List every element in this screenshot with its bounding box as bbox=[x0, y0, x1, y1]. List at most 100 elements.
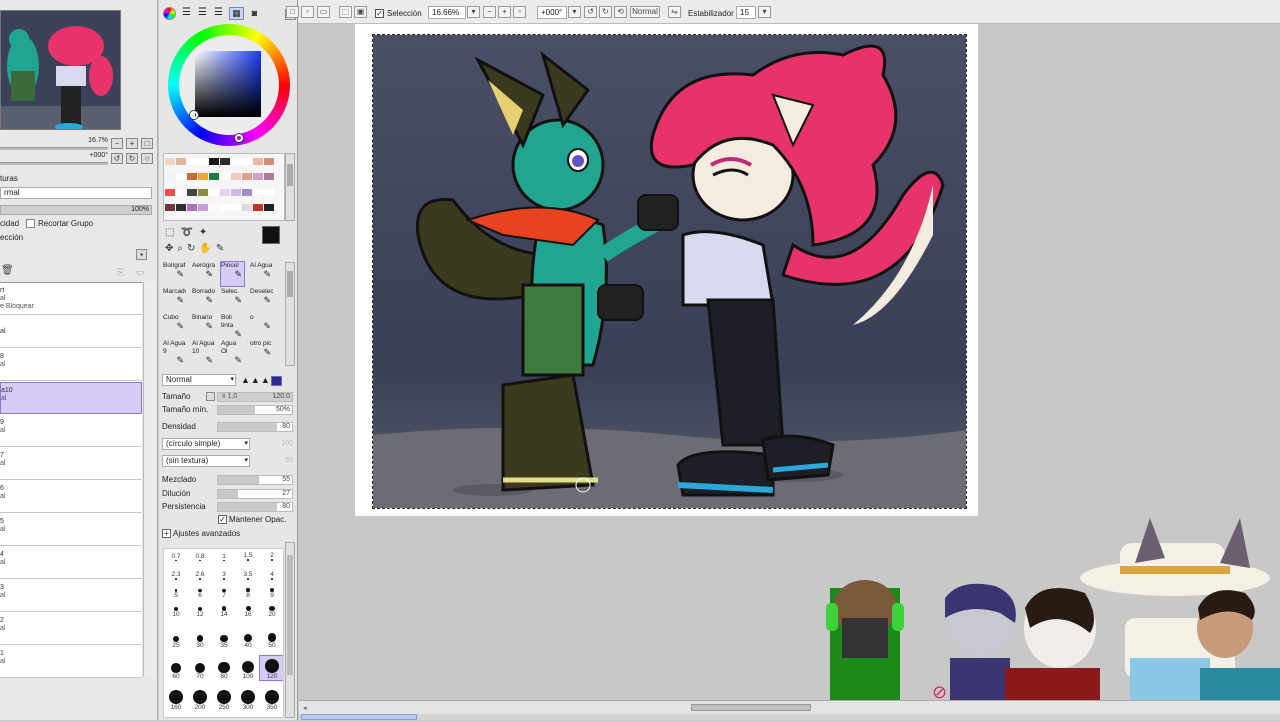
palette-swatch[interactable] bbox=[198, 188, 208, 196]
tool-marker[interactable]: Marcador✎ bbox=[163, 288, 186, 312]
rotate-reset-toolbar-button[interactable]: ⟲ bbox=[614, 6, 627, 18]
horizontal-scrollbar[interactable]: ◂ bbox=[299, 700, 1280, 714]
palette-swatch[interactable] bbox=[165, 173, 175, 181]
palette-swatch[interactable] bbox=[220, 173, 230, 181]
brush-size-preset[interactable]: 1.5 bbox=[236, 549, 260, 561]
brush-size-preset[interactable]: 50 bbox=[260, 625, 283, 649]
palette-swatch[interactable] bbox=[231, 188, 241, 196]
tool-deselect-pen[interactable]: Deselec. ✎ bbox=[250, 288, 273, 312]
tool-ink-pen[interactable]: Boli tinta ✎ bbox=[221, 314, 244, 338]
tool-watercolor[interactable]: Agua Ol ✎ bbox=[221, 340, 244, 364]
invert-selection-button[interactable]: ▭ bbox=[317, 6, 330, 18]
angle-dropdown-button[interactable]: ▾ bbox=[568, 6, 581, 18]
brush-density-row[interactable]: Densidad 80 bbox=[159, 421, 298, 433]
brush-tip-soft-icon[interactable]: ▲ bbox=[261, 375, 271, 385]
zoom-dropdown-button[interactable]: ▾ bbox=[467, 6, 480, 18]
palette-swatch[interactable] bbox=[165, 203, 175, 211]
flip-mode-field[interactable]: Normal bbox=[630, 6, 660, 18]
palette-swatch[interactable] bbox=[220, 188, 230, 196]
sv-cursor-icon[interactable] bbox=[190, 111, 198, 119]
brush-size-preset[interactable]: 8 bbox=[236, 587, 260, 599]
palette-swatch[interactable] bbox=[176, 203, 186, 211]
brush-size-preset[interactable]: 3 bbox=[212, 568, 236, 580]
brush-size-preset[interactable]: 2.3 bbox=[164, 568, 188, 580]
brush-size-preset[interactable]: 60 bbox=[164, 656, 188, 680]
tool-watercolor[interactable]: Al Agua 9 ✎ bbox=[163, 340, 186, 364]
brush-dilution-slider[interactable]: 27 bbox=[217, 489, 293, 499]
tool-grid-scrollbar[interactable] bbox=[285, 262, 295, 366]
navigator-thumbnail[interactable] bbox=[0, 10, 121, 130]
brush-size-preset[interactable]: 1 bbox=[212, 549, 236, 561]
tool-pen[interactable]: o ✎ bbox=[250, 314, 273, 338]
palette-swatch[interactable] bbox=[187, 188, 197, 196]
brush-size-preset[interactable]: 10 bbox=[164, 606, 188, 618]
palette-swatch[interactable] bbox=[242, 158, 252, 165]
palette-swatch[interactable] bbox=[242, 188, 252, 196]
zoom-field[interactable]: 16.66% bbox=[428, 6, 466, 19]
brush-dilution-row[interactable]: Dilución 27 bbox=[159, 488, 298, 500]
layer-item[interactable]: 1 al bbox=[0, 646, 142, 678]
tool-binary-pen[interactable]: Binario ✎ bbox=[192, 314, 215, 338]
palette-swatch[interactable] bbox=[209, 173, 219, 181]
tool-pen[interactable]: Bolígraf. ✎ bbox=[163, 262, 186, 286]
layer-item-selected[interactable]: a10 al bbox=[0, 382, 142, 414]
palette-scrollbar[interactable] bbox=[285, 153, 295, 221]
navigator-zoom-slider[interactable] bbox=[0, 147, 108, 150]
palette-swatch[interactable] bbox=[209, 203, 219, 211]
layer-panel-options-icon[interactable]: ▪ bbox=[136, 249, 147, 260]
brush-size-preset[interactable]: 14 bbox=[212, 606, 236, 618]
zoom-icon[interactable]: ⌕ bbox=[177, 243, 187, 254]
brush-size-preset[interactable]: 16 bbox=[236, 606, 260, 618]
brush-size-slider[interactable]: x 1.0 120.0 bbox=[217, 392, 293, 402]
palette-swatch[interactable] bbox=[187, 203, 197, 211]
palette-swatch[interactable] bbox=[264, 188, 274, 196]
brush-tip-medium-icon[interactable]: ▲ bbox=[251, 375, 261, 385]
palette-swatch[interactable] bbox=[264, 203, 274, 211]
brush-size-preset[interactable]: 25 bbox=[164, 625, 188, 649]
palette-swatch[interactable] bbox=[187, 158, 197, 165]
brush-texture-select[interactable]: (sin textura) ▾ bbox=[162, 455, 250, 467]
rotate-reset-button[interactable]: ○ bbox=[141, 153, 153, 164]
zoom-in-button[interactable]: + bbox=[126, 138, 138, 149]
palette-swatch[interactable] bbox=[242, 173, 252, 181]
brush-size-preset[interactable]: 35 bbox=[212, 625, 236, 649]
rotate-right-button[interactable]: ↻ bbox=[126, 153, 138, 164]
deselect-button[interactable]: ▫ bbox=[301, 6, 314, 18]
palette-swatch[interactable] bbox=[220, 158, 230, 165]
hand-icon[interactable]: ✋ bbox=[199, 243, 215, 254]
brush-size-preset[interactable]: 0.8 bbox=[188, 549, 212, 561]
palette-swatch[interactable] bbox=[253, 158, 263, 165]
layer-item[interactable]: 3 al bbox=[0, 580, 142, 612]
brush-size-preset[interactable]: 3.5 bbox=[236, 568, 260, 580]
brush-size-scroll-thumb[interactable] bbox=[287, 555, 293, 675]
canvas-tab[interactable] bbox=[301, 714, 417, 720]
brush-size-preset[interactable]: 9 bbox=[260, 587, 283, 599]
scroll-left-icon[interactable]: ◂ bbox=[303, 704, 307, 712]
layer-item[interactable]: 9 al bbox=[0, 415, 142, 447]
stabilizer-dropdown-button[interactable]: ▾ bbox=[758, 6, 771, 18]
layer-item[interactable]: 6 al bbox=[0, 481, 142, 513]
size-multiplier-button[interactable] bbox=[206, 392, 215, 401]
brush-size-preset[interactable]: 20 bbox=[260, 606, 283, 618]
selection-checkbox[interactable]: ✓ bbox=[375, 9, 384, 18]
horizontal-scroll-thumb[interactable] bbox=[691, 704, 811, 711]
brush-size-preset[interactable]: 80 bbox=[212, 656, 236, 680]
brush-size-preset[interactable]: 5 bbox=[164, 587, 188, 599]
layer-blend-mode-select[interactable]: rmal bbox=[0, 187, 152, 199]
tool-bucket[interactable]: Cubo ✎ bbox=[163, 314, 186, 338]
palette-scroll-thumb[interactable] bbox=[287, 164, 293, 186]
primary-color-swatch[interactable] bbox=[262, 226, 280, 244]
palette-swatch[interactable] bbox=[253, 203, 263, 211]
brush-tip-square-icon[interactable] bbox=[270, 375, 282, 386]
palette-swatch[interactable] bbox=[198, 158, 208, 165]
brush-blend-mode-select[interactable]: Normal ▾ bbox=[162, 374, 236, 386]
brush-blend-row[interactable]: Mezclado 55 bbox=[159, 474, 298, 486]
rotate-left-toolbar-button[interactable]: ↺ bbox=[584, 6, 597, 18]
palette-swatch[interactable] bbox=[220, 203, 230, 211]
brush-size-preset[interactable]: 100 bbox=[236, 656, 260, 680]
brush-size-preset[interactable]: 250 bbox=[212, 687, 236, 711]
palette-swatch[interactable] bbox=[176, 173, 186, 181]
palette-swatch[interactable] bbox=[231, 203, 241, 211]
tool-eraser[interactable]: Borrador ✎ bbox=[192, 288, 215, 312]
canvas-artwork[interactable] bbox=[372, 34, 967, 509]
